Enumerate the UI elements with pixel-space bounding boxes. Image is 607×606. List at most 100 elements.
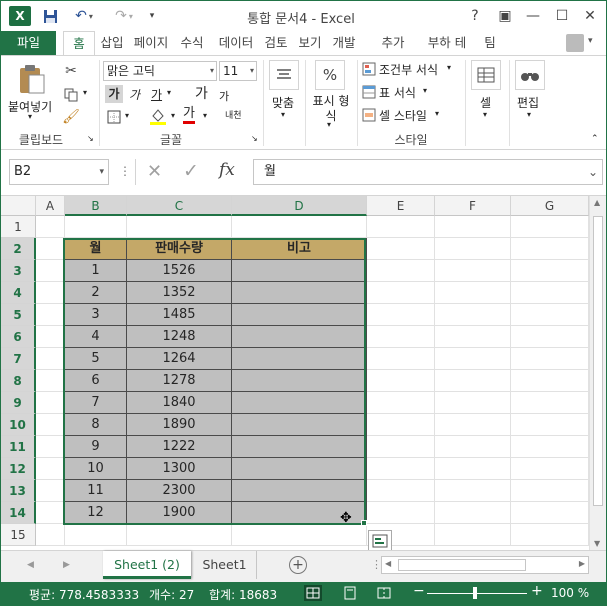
help-button[interactable]: ?: [461, 4, 489, 28]
row-header-7[interactable]: 7: [1, 348, 36, 370]
paste-icon[interactable]: [15, 62, 49, 96]
row-header-6[interactable]: 6: [1, 326, 36, 348]
insert-function-icon[interactable]: fx: [219, 160, 235, 180]
underline-button[interactable]: 가: [151, 86, 162, 103]
cell-a3[interactable]: [36, 260, 65, 282]
table-cell[interactable]: 12: [65, 502, 127, 524]
cell-d1[interactable]: [232, 216, 367, 238]
cell-f13[interactable]: [435, 480, 511, 502]
row-header-5[interactable]: 5: [1, 304, 36, 326]
table-cell[interactable]: 1300: [127, 458, 232, 480]
select-all-corner[interactable]: [1, 196, 36, 216]
page-layout-view-icon[interactable]: [341, 585, 359, 601]
column-header-b[interactable]: B: [65, 196, 127, 216]
row-header-1[interactable]: 1: [1, 216, 36, 238]
scroll-up-icon[interactable]: ▲: [594, 198, 600, 207]
formula-input[interactable]: 월 ⌄: [253, 159, 603, 185]
cell-a8[interactable]: [36, 370, 65, 392]
horizontal-scroll-thumb[interactable]: [398, 559, 526, 571]
cell-e14[interactable]: [367, 502, 435, 524]
table-cell[interactable]: 10: [65, 458, 127, 480]
account-avatar[interactable]: [566, 34, 584, 52]
table-cell[interactable]: 8: [65, 414, 127, 436]
table-cell[interactable]: 1: [65, 260, 127, 282]
table-cell[interactable]: 9: [65, 436, 127, 458]
cell-f1[interactable]: [435, 216, 511, 238]
tab-load-test[interactable]: 부하 테: [421, 31, 473, 55]
cell-f10[interactable]: [435, 414, 511, 436]
collapse-ribbon-icon[interactable]: ⌃: [591, 134, 599, 144]
copy-dropdown-icon[interactable]: ▾: [83, 88, 87, 97]
cell-e10[interactable]: [367, 414, 435, 436]
cell-a2[interactable]: [36, 238, 65, 260]
table-cell[interactable]: 1278: [127, 370, 232, 392]
scroll-right-icon[interactable]: ▶: [579, 559, 585, 568]
tab-data[interactable]: 데이터: [213, 31, 259, 55]
cell-f3[interactable]: [435, 260, 511, 282]
table-cell[interactable]: 6: [65, 370, 127, 392]
minimize-button[interactable]: —: [519, 4, 547, 28]
alignment-dropdown-icon[interactable]: ▾: [281, 110, 285, 119]
cell-f15[interactable]: [435, 524, 511, 546]
cell-f6[interactable]: [435, 326, 511, 348]
ribbon-display-options-button[interactable]: ▣: [491, 4, 519, 28]
table-cell[interactable]: 1222: [127, 436, 232, 458]
phonetic-guide-button[interactable]: 내천: [225, 108, 242, 121]
row-header-9[interactable]: 9: [1, 392, 36, 414]
cell-g10[interactable]: [511, 414, 589, 436]
format-as-table-dropdown-icon[interactable]: ▾: [423, 86, 427, 95]
column-header-g[interactable]: G: [511, 196, 589, 216]
cell-styles-dropdown-icon[interactable]: ▾: [435, 109, 439, 118]
maximize-button[interactable]: ☐: [548, 4, 576, 28]
zoom-in-button[interactable]: +: [531, 583, 543, 599]
copy-icon[interactable]: [61, 86, 81, 104]
close-button[interactable]: ✕: [576, 4, 604, 28]
cell-e13[interactable]: [367, 480, 435, 502]
borders-icon[interactable]: [105, 108, 123, 126]
cell-f11[interactable]: [435, 436, 511, 458]
cell-f14[interactable]: [435, 502, 511, 524]
row-header-12[interactable]: 12: [1, 458, 36, 480]
row-header-15[interactable]: 15: [1, 524, 36, 546]
save-icon[interactable]: [39, 5, 61, 27]
table-cell[interactable]: 3: [65, 304, 127, 326]
row-header-2[interactable]: 2: [1, 238, 36, 260]
table-cell[interactable]: 7: [65, 392, 127, 414]
font-family-combo[interactable]: 맑은 고딕 ▾: [103, 61, 217, 81]
tab-add-ins[interactable]: 추가: [373, 31, 413, 55]
cell-g8[interactable]: [511, 370, 589, 392]
cell-e3[interactable]: [367, 260, 435, 282]
shrink-font-button[interactable]: 가: [219, 88, 229, 104]
cell-a6[interactable]: [36, 326, 65, 348]
cell-g7[interactable]: [511, 348, 589, 370]
conditional-formatting-icon[interactable]: [361, 61, 377, 77]
table-cell[interactable]: 1900: [127, 502, 232, 524]
table-cell[interactable]: 1485: [127, 304, 232, 326]
cells-button[interactable]: 셀: [480, 94, 491, 111]
cell-c1[interactable]: [127, 216, 232, 238]
tab-developer[interactable]: 개발: [328, 31, 360, 55]
cell-c15[interactable]: [127, 524, 232, 546]
table-cell[interactable]: 2: [65, 282, 127, 304]
row-header-4[interactable]: 4: [1, 282, 36, 304]
cell-e1[interactable]: [367, 216, 435, 238]
cell-g14[interactable]: [511, 502, 589, 524]
table-cell[interactable]: [232, 414, 367, 436]
table-cell[interactable]: 1248: [127, 326, 232, 348]
format-as-table-button[interactable]: 표 서식: [379, 84, 416, 101]
table-cell[interactable]: [232, 260, 367, 282]
paste-dropdown-icon[interactable]: ▾: [28, 112, 32, 121]
redo-icon[interactable]: ↷ ▾: [107, 5, 141, 27]
horizontal-scrollbar[interactable]: ◀ ▶: [381, 556, 589, 574]
table-cell[interactable]: 1352: [127, 282, 232, 304]
zoom-level[interactable]: 100 %: [551, 586, 589, 600]
cell-e5[interactable]: [367, 304, 435, 326]
table-header-cell[interactable]: 판매수량: [127, 238, 232, 260]
quick-analysis-icon[interactable]: [368, 530, 392, 550]
cell-g1[interactable]: [511, 216, 589, 238]
enter-entry-icon[interactable]: ✓: [183, 160, 199, 182]
cell-e9[interactable]: [367, 392, 435, 414]
table-cell[interactable]: 1890: [127, 414, 232, 436]
cell-b1[interactable]: [65, 216, 127, 238]
fill-color-dropdown-icon[interactable]: ▾: [171, 111, 175, 120]
